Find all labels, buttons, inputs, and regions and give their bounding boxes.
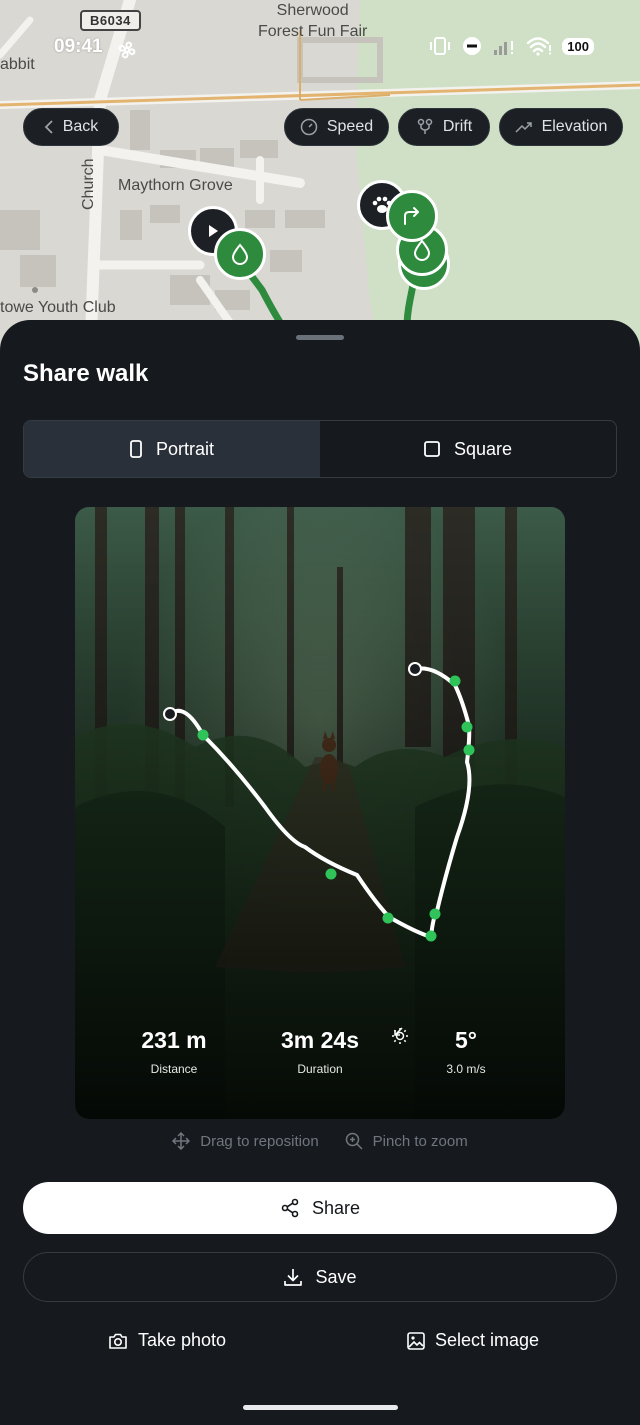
zoom-in-icon: [345, 1132, 363, 1150]
drift-label: Drift: [442, 118, 473, 135]
back-label: Back: [62, 118, 99, 135]
temperature-value: 5°: [455, 1027, 477, 1053]
elevation-button[interactable]: Elevation: [499, 108, 623, 146]
image-icon: [407, 1331, 425, 1350]
save-button[interactable]: Save: [23, 1252, 617, 1302]
vibrate-icon: [430, 37, 451, 55]
back-button[interactable]: Back: [23, 108, 119, 146]
map-label-club: towe Youth Club: [0, 299, 116, 316]
water-drop-icon: [231, 243, 249, 265]
distance-label: Distance: [150, 1062, 198, 1076]
wifi-icon: [527, 37, 552, 56]
water-drop-icon: [413, 239, 431, 261]
share-button[interactable]: Share: [23, 1182, 617, 1234]
sheet-grab-handle[interactable]: [296, 335, 344, 340]
download-icon: [284, 1269, 303, 1286]
speed-button[interactable]: Speed: [284, 108, 389, 146]
road-shield: B6034: [80, 10, 141, 31]
pinch-hint-label: Pinch to zoom: [372, 1132, 468, 1150]
move-icon: [172, 1132, 191, 1150]
water-marker[interactable]: [214, 228, 266, 280]
route-start-marker: [163, 707, 177, 721]
save-label: Save: [315, 1266, 357, 1287]
sheet-title: Share walk: [23, 360, 149, 387]
select-image-button[interactable]: Select image: [407, 1330, 539, 1351]
fan-icon: [118, 41, 136, 59]
trending-up-icon: [515, 122, 532, 133]
share-preview-card[interactable]: 231 m Distance 3m 24s Duration 5° 3.0 m/…: [75, 507, 565, 1119]
pinch-hint: Pinch to zoom: [345, 1132, 468, 1150]
map-view[interactable]: B6034 Sherwood Forest Fun Fair Maythorn …: [0, 0, 640, 360]
signal-icon: [494, 41, 514, 55]
elevation-label: Elevation: [541, 118, 608, 135]
duration-value: 3m 24s: [280, 1027, 359, 1053]
format-portrait-option[interactable]: Portrait: [24, 421, 320, 477]
turn-marker[interactable]: [386, 190, 438, 242]
wind-direction-arrow-icon: [394, 1027, 403, 1036]
status-time: 09:41: [54, 36, 103, 57]
status-icons: 100: [428, 36, 594, 56]
route-end-marker: [408, 662, 422, 676]
wind-row: 3.0 m/s: [391, 1027, 541, 1076]
map-label-street: Maythorn Grove: [118, 177, 233, 194]
speedometer-icon: [300, 118, 318, 136]
drag-hint-label: Drag to reposition: [200, 1132, 319, 1150]
share-sheet: Share walk Portrait Square 231 m Distanc…: [0, 320, 640, 1425]
do-not-disturb-icon: [463, 37, 482, 55]
format-square-label: Square: [453, 438, 513, 459]
speed-label: Speed: [326, 118, 374, 135]
temperature-row: 5°: [391, 1027, 541, 1054]
drag-hint: Drag to reposition: [172, 1132, 319, 1150]
duration-label: Duration: [297, 1062, 343, 1076]
portrait-icon: [130, 440, 142, 458]
play-icon: [209, 225, 218, 237]
stat-weather: 5° 3.0 m/s: [391, 1027, 541, 1076]
status-bar: 09:41 100: [0, 30, 640, 66]
take-photo-label: Take photo: [138, 1330, 227, 1350]
stat-distance: 231 m Distance: [99, 1027, 249, 1076]
distance-value: 231 m: [141, 1027, 207, 1053]
format-square-option[interactable]: Square: [320, 421, 616, 477]
map-label-church: Church: [80, 158, 97, 210]
wind-value: 3.0 m/s: [446, 1062, 486, 1076]
format-portrait-label: Portrait: [155, 438, 215, 459]
battery-indicator: 100: [562, 37, 594, 55]
stat-duration: 3m 24s Duration: [245, 1027, 395, 1076]
square-icon: [424, 441, 440, 457]
take-photo-button[interactable]: Take photo: [108, 1330, 226, 1351]
share-icon: [281, 1198, 299, 1218]
turn-right-icon: [404, 207, 419, 225]
home-indicator[interactable]: [243, 1405, 398, 1410]
camera-icon: [109, 1333, 127, 1349]
format-selector: Portrait Square: [23, 420, 617, 478]
share-label: Share: [311, 1197, 361, 1218]
drift-button[interactable]: Drift: [398, 108, 490, 146]
chevron-left-icon: [44, 120, 53, 134]
select-image-label: Select image: [435, 1330, 540, 1350]
gesture-hints: Drag to reposition Pinch to zoom: [0, 1132, 640, 1150]
drift-icon: [417, 118, 433, 134]
